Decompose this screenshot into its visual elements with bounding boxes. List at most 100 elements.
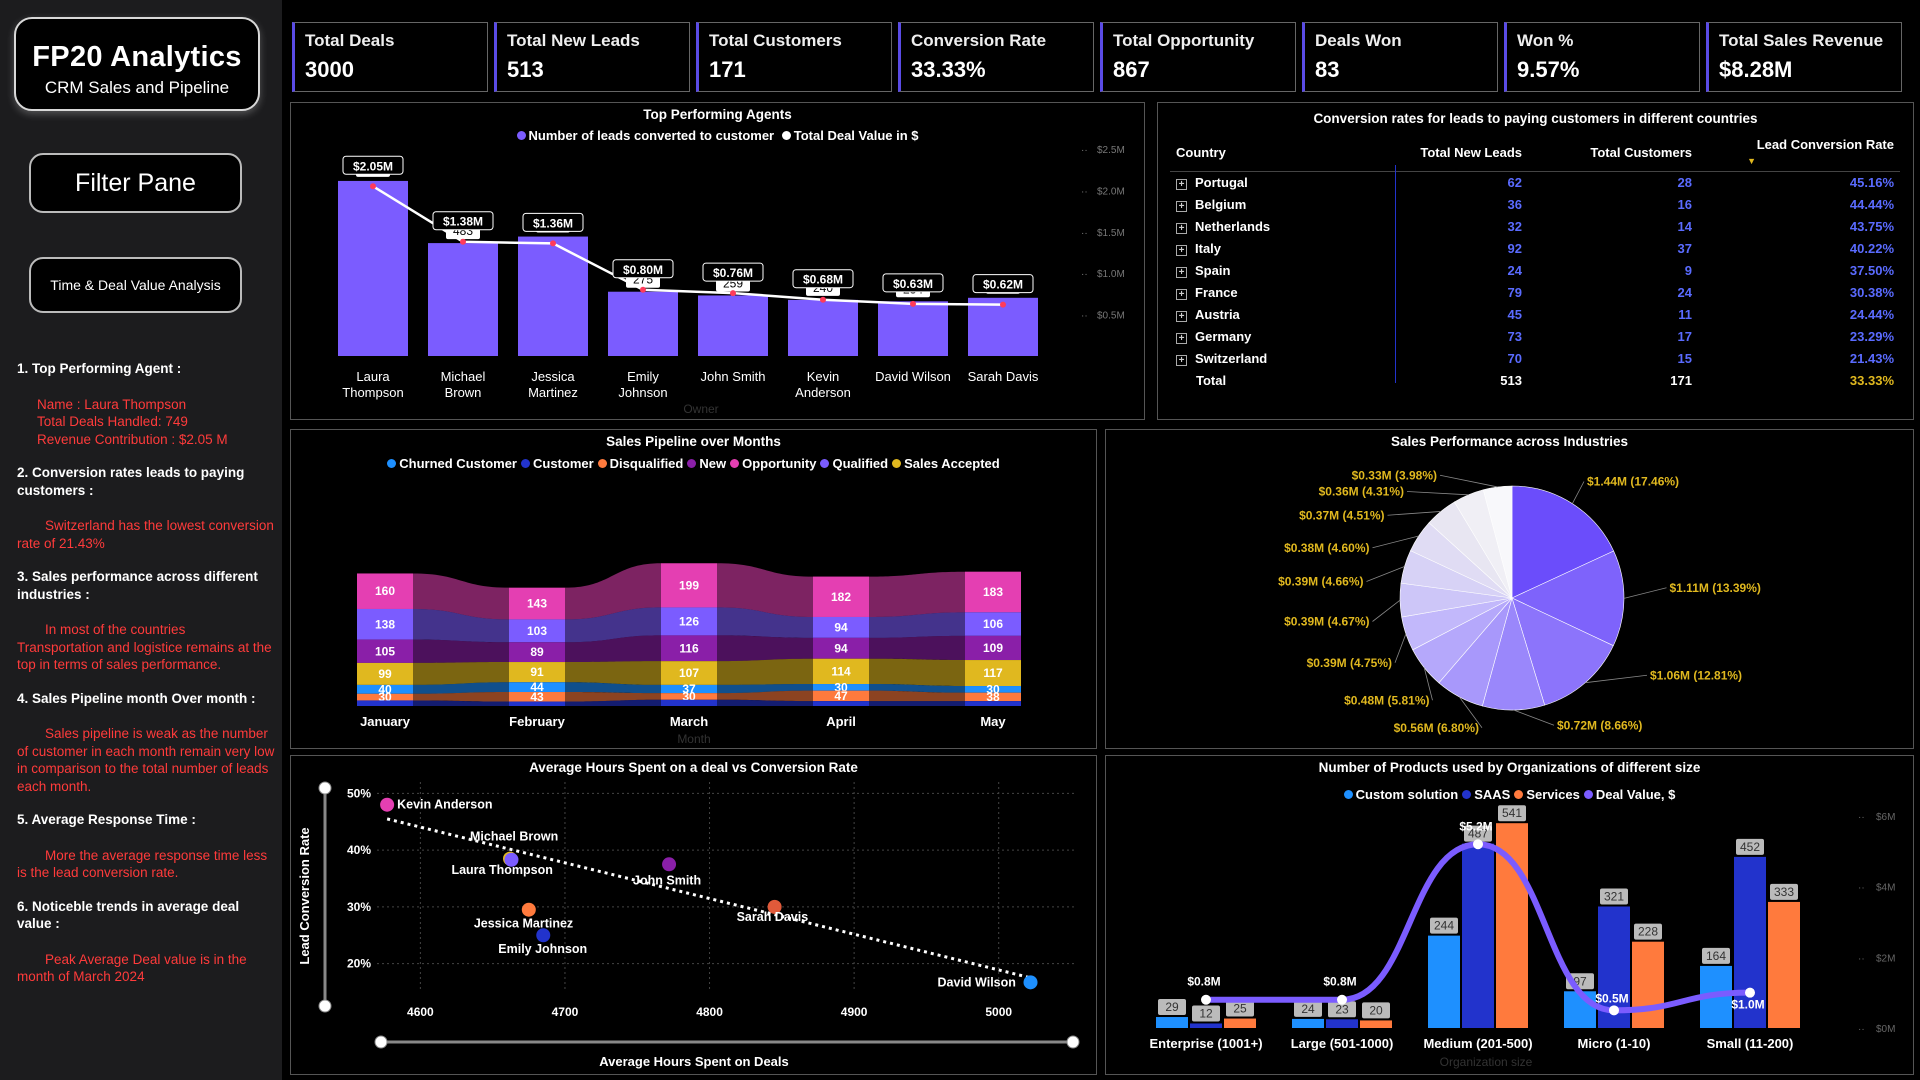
kpi-total-customers: Total Customers 171: [696, 22, 892, 92]
country-table: Country Total New Leads Total Customers …: [1170, 133, 1900, 392]
scatter-point: [536, 928, 551, 943]
country-conversion-panel: Conversion rates for leads to paying cus…: [1157, 102, 1914, 420]
insight-heading: 2. Conversion rates leads to paying cust…: [17, 465, 245, 498]
segment-value-label: 105: [375, 644, 395, 658]
country-cell: + Netherlands: [1170, 216, 1380, 238]
deal-value-point: [370, 183, 376, 190]
conversion-rate-cell: 44.44%: [1849, 197, 1894, 212]
expand-icon[interactable]: +: [1176, 179, 1187, 191]
x-tick-label: 4900: [841, 1005, 868, 1019]
ribbon-segment: [509, 701, 565, 706]
slice-label: $0.72M (8.66%): [1557, 718, 1642, 732]
customers-cell: 14: [1677, 219, 1692, 234]
kpi-total-opportunity: Total Opportunity 867: [1100, 22, 1296, 92]
x-tick-label: David Wilson: [875, 369, 951, 384]
expand-icon[interactable]: +: [1176, 289, 1187, 300]
bar-leads-converted: [428, 243, 498, 356]
segment-value-label: 143: [527, 597, 547, 611]
expand-icon[interactable]: +: [1176, 355, 1187, 366]
table-row[interactable]: + Austria 45 11 24.44%: [1170, 304, 1900, 326]
segment-value-label: 103: [527, 624, 547, 638]
x-tick-label: Jessica Martinez: [528, 369, 578, 400]
x-range-slider-handle: [374, 1035, 388, 1049]
y-range-slider-handle: [318, 999, 332, 1013]
column-header-label: Lead Conversion Rate: [1756, 137, 1894, 152]
deal-value-label: $0.62M: [983, 278, 1023, 292]
segment-value-label: 182: [831, 590, 851, 604]
time-deal-value-button[interactable]: Time & Deal Value Analysis: [29, 257, 242, 313]
table-row[interactable]: + Portugal 62 28 45.16%: [1170, 172, 1900, 194]
table-row[interactable]: + Belgium 36 16 44.44%: [1170, 194, 1900, 216]
expand-icon[interactable]: +: [1176, 201, 1187, 212]
ribbon-band: [869, 658, 965, 687]
bar-product-count: [1768, 901, 1800, 1028]
insight-body: Sales pipeline is weak as the number of …: [17, 726, 275, 794]
industries-pie-chart: $1.44M (17.46%) $1.11M (13.39%) $1.06M (12…: [1278, 468, 1761, 735]
y2-tick-label: $1.0M: [1097, 269, 1125, 280]
column-header[interactable]: Total Customers: [1550, 133, 1720, 172]
insight-heading: 4. Sales Pipeline month Over month :: [17, 690, 256, 706]
point-label: Kevin Anderson: [397, 798, 492, 812]
customers-cell: 16: [1677, 197, 1692, 212]
column-header[interactable]: Country: [1170, 133, 1380, 172]
deal-value-label: $1.0M: [1731, 998, 1764, 1012]
slice-label: $0.36M (4.31%): [1319, 485, 1404, 499]
point-label: Sarah Davis: [737, 910, 809, 924]
country-cell: + Belgium: [1170, 194, 1380, 216]
ribbon-band: [413, 639, 509, 663]
insight-body: In most of the countries Transportation …: [17, 622, 272, 672]
insight-body: Name : Laura Thompson Total Deals Handle…: [37, 396, 228, 447]
segment-value-label: 183: [983, 585, 1003, 599]
expand-icon[interactable]: +: [1176, 223, 1187, 234]
point-label: David Wilson: [938, 975, 1016, 989]
sort-desc-icon[interactable]: ▼: [1747, 156, 1756, 166]
filter-pane-button[interactable]: Filter Pane: [29, 153, 242, 213]
segment-value-label: 116: [679, 641, 699, 655]
ribbon-band: [869, 635, 965, 661]
expand-icon[interactable]: +: [1176, 333, 1187, 344]
point-label: John Smith: [633, 873, 701, 887]
slice-label: $0.39M (4.75%): [1307, 656, 1392, 670]
insight-3: 3. Sales performance across different in…: [17, 568, 275, 674]
kpi-value: 33.33%: [911, 57, 986, 82]
expand-icon[interactable]: +: [1176, 311, 1187, 322]
x-tick-label: Medium (201-500): [1423, 1036, 1532, 1051]
deal-value-label: $0.8M: [1323, 975, 1356, 989]
slice-label: $0.39M (4.66%): [1278, 575, 1363, 589]
deal-value-point: [1201, 994, 1211, 1005]
x-axis-title: Month: [677, 732, 710, 746]
slice-label: $0.39M (4.67%): [1284, 615, 1369, 629]
bar-product-count: [1462, 843, 1494, 1028]
kpi-value: 3000: [305, 57, 354, 82]
deal-value-point: [1609, 1005, 1619, 1016]
products-by-org-panel: Number of Products used by Organizations…: [1105, 755, 1914, 1075]
top-agents-chart: $2.5M··$2.0M··$1.5M··$1.0M··$0.5M··749La…: [338, 145, 1125, 416]
table-row[interactable]: + Italy 92 37 40.22%: [1170, 238, 1900, 260]
data-label-count: 24: [1301, 1002, 1315, 1016]
leader-line: [1585, 674, 1648, 684]
x-tick-label: April: [826, 714, 856, 729]
gridline-stub: ··: [1858, 1024, 1865, 1035]
table-row[interactable]: + Germany 73 17 23.29%: [1170, 326, 1900, 348]
table-row[interactable]: + France 79 24 30.38%: [1170, 282, 1900, 304]
kpi-value: $8.28M: [1719, 57, 1793, 82]
y-axis-title: Lead Conversion Rate: [297, 827, 312, 964]
country-cell: + Germany: [1170, 326, 1380, 348]
column-header[interactable]: Total New Leads: [1380, 133, 1550, 172]
x-tick-label: Large (501-1000): [1291, 1036, 1394, 1051]
x-tick-label: Micro (1-10): [1578, 1036, 1651, 1051]
sales-pipeline-panel: Sales Pipeline over Months Churned Custo…: [290, 429, 1097, 749]
bar-leads-converted: [878, 301, 948, 356]
table-row[interactable]: + Switzerland 70 15 21.43%: [1170, 348, 1900, 370]
bar-product-count: [1326, 1019, 1358, 1028]
column-header[interactable]: Lead Conversion Rate ▼: [1720, 133, 1900, 172]
scatter-point: [380, 797, 395, 812]
expand-icon[interactable]: +: [1176, 267, 1187, 278]
table-total-row: Total 513 171 33.33%: [1170, 370, 1900, 392]
table-row[interactable]: + Spain 24 9 37.50%: [1170, 260, 1900, 282]
x-tick-label: Enterprise (1001+): [1149, 1036, 1262, 1051]
expand-icon[interactable]: +: [1176, 245, 1187, 256]
y2-tick-label: $2M: [1876, 953, 1895, 964]
table-row[interactable]: + Netherlands 32 14 43.75%: [1170, 216, 1900, 238]
data-label-count: 29: [1165, 1000, 1179, 1014]
